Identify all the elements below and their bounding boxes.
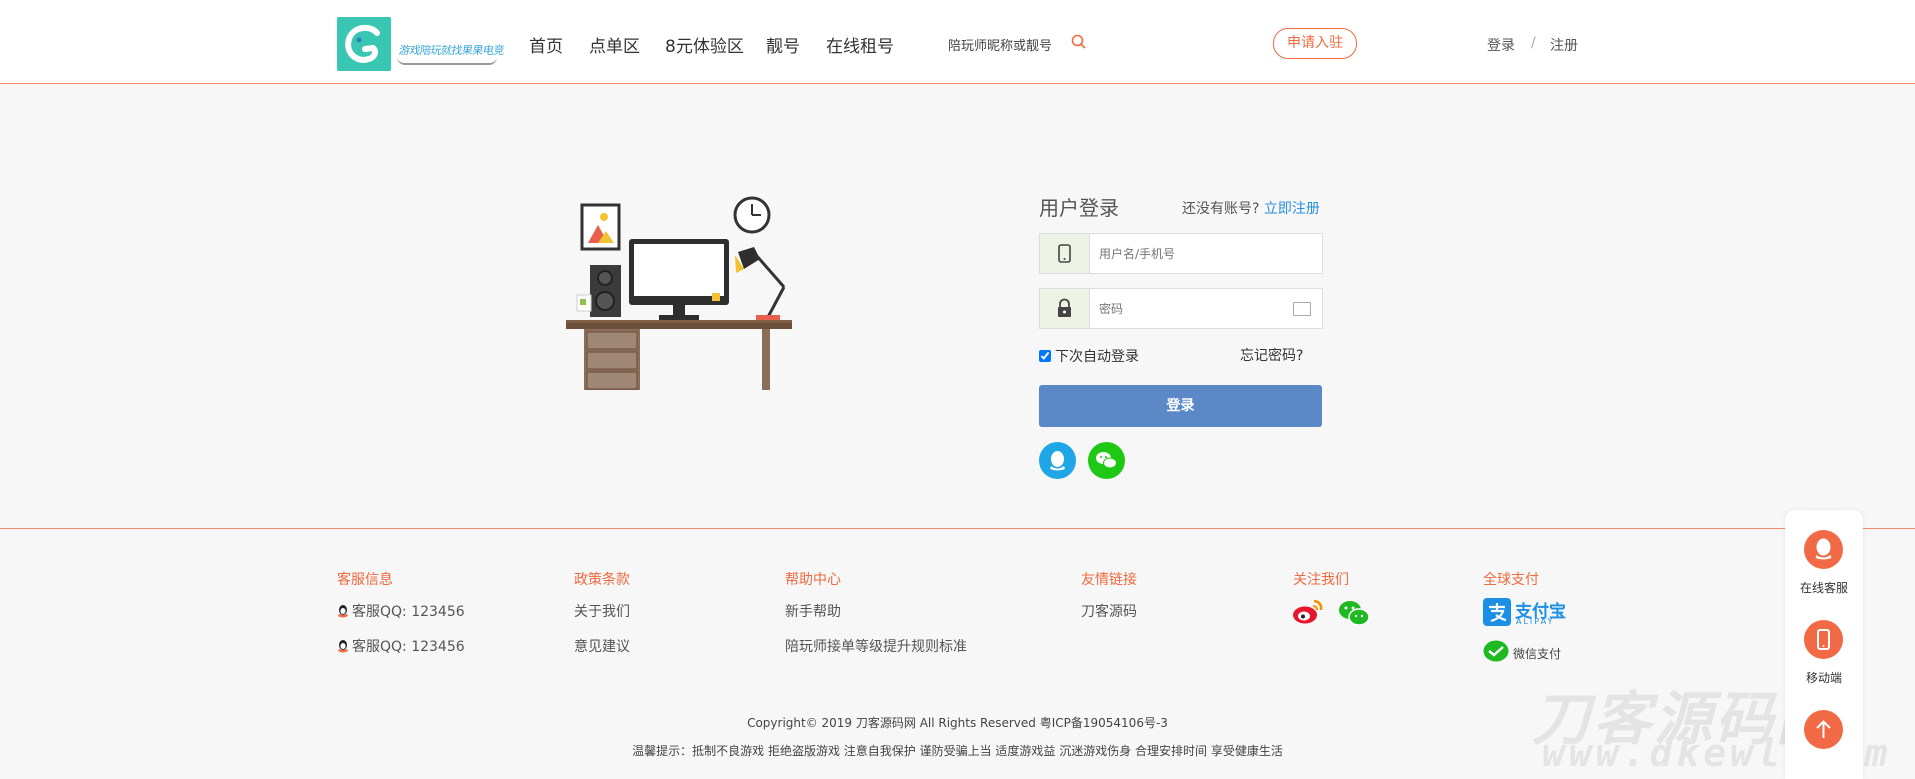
desk-illustration (562, 195, 798, 390)
nav-trial-zone[interactable]: 8元体验区 (665, 32, 744, 57)
back-to-top-icon[interactable] (1804, 710, 1843, 749)
login-title: 用户登录 (1039, 196, 1119, 220)
phone-icon (1040, 234, 1090, 273)
remember-me[interactable]: 下次自动登录 (1039, 346, 1139, 366)
footer-policy-title: 政策条款 (574, 572, 630, 588)
forgot-password-link[interactable]: 忘记密码? (1240, 345, 1303, 365)
remember-checkbox[interactable] (1039, 350, 1051, 362)
footer-follow-title: 关注我们 (1293, 572, 1349, 588)
weibo-icon[interactable] (1292, 598, 1324, 626)
footer-divider (0, 528, 1915, 529)
nav-premium-id[interactable]: 靓号 (766, 32, 800, 57)
site-header: 游戏陪玩就找果果电竞 首页 点单区 8元体验区 靓号 在线租号 陪玩师昵称或靓号… (0, 0, 1915, 84)
newbie-help-link[interactable]: 新手帮助 (785, 601, 841, 621)
lock-icon (1040, 289, 1090, 328)
service-qq-1[interactable]: 客服QQ: 123456 (337, 601, 465, 621)
online-service-icon[interactable] (1804, 530, 1843, 569)
nav-home[interactable]: 首页 (529, 32, 563, 57)
qq-icon (337, 639, 349, 653)
level-rules-link[interactable]: 陪玩师接单等级提升规则标准 (785, 636, 967, 656)
username-input[interactable] (1099, 234, 1289, 273)
search-icon[interactable] (1071, 34, 1086, 49)
mobile-icon[interactable] (1804, 620, 1843, 659)
feedback-link[interactable]: 意见建议 (574, 636, 630, 656)
no-account-text: 还没有账号? (1182, 201, 1260, 217)
wechat-pay-label[interactable]: 微信支付 (1513, 645, 1561, 662)
wechat-pay-icon (1483, 640, 1509, 664)
register-now-link[interactable]: 立即注册 (1264, 201, 1320, 217)
password-input[interactable] (1099, 289, 1289, 328)
friend-link[interactable]: 刀客源码 (1081, 601, 1137, 621)
floating-sidebar: 在线客服 移动端 (1785, 510, 1863, 779)
site-logo[interactable]: 游戏陪玩就找果果电竞 (337, 17, 505, 71)
about-us-link[interactable]: 关于我们 (574, 601, 630, 621)
wechat-icon[interactable] (1338, 599, 1370, 627)
remember-label: 下次自动登录 (1055, 349, 1139, 365)
service-qq-2[interactable]: 客服QQ: 123456 (337, 636, 465, 656)
footer-pay-title: 全球支付 (1483, 572, 1539, 588)
logo-text: 游戏陪玩就找果果电竞 (398, 44, 505, 57)
nav-account-rental[interactable]: 在线租号 (826, 32, 894, 57)
nav-order-zone[interactable]: 点单区 (589, 32, 640, 57)
login-button[interactable]: 登录 (1039, 385, 1322, 427)
keyboard-icon[interactable] (1293, 302, 1311, 316)
apply-join-button[interactable]: 申请入驻 (1273, 28, 1357, 59)
mobile-label[interactable]: 移动端 (1806, 669, 1842, 686)
header-register-link[interactable]: 注册 (1550, 35, 1578, 55)
footer-service-title: 客服信息 (337, 572, 393, 588)
alipay-icon (1483, 598, 1511, 626)
header-login-link[interactable]: 登录 (1487, 35, 1515, 55)
username-field (1039, 233, 1323, 274)
qq-login-icon[interactable] (1039, 442, 1076, 479)
footer-links-title: 友情链接 (1081, 572, 1137, 588)
online-service-label[interactable]: 在线客服 (1800, 579, 1848, 596)
footer-help-title: 帮助中心 (785, 572, 841, 588)
register-prompt: 还没有账号? 立即注册 (1182, 198, 1320, 218)
alipay-en-text: ALIPAY (1516, 617, 1555, 626)
header-separator: / (1531, 35, 1536, 51)
wechat-login-icon[interactable] (1088, 442, 1125, 479)
logo-mark (337, 17, 391, 71)
search-input[interactable]: 陪玩师昵称或靓号 (948, 35, 1052, 54)
qq-icon (337, 604, 349, 618)
logo-swoosh (397, 57, 497, 65)
alipay-logo[interactable]: 支付宝 ALIPAY (1483, 598, 1566, 628)
password-field (1039, 288, 1323, 329)
